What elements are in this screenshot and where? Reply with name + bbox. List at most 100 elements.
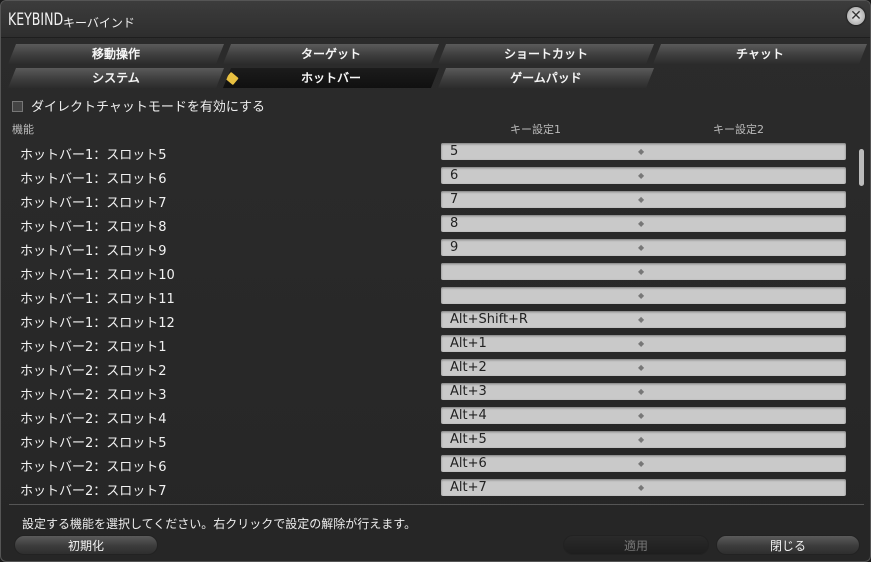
keybind-row[interactable]: ホットバー1：スロット9 9 ◆ [10, 237, 852, 261]
keybind-row[interactable]: ホットバー2：スロット7 Alt+7 ◆ [10, 477, 852, 498]
key1-value[interactable]: Alt+1 [450, 335, 487, 352]
key-separator-icon: ◆ [638, 291, 645, 300]
direct-chat-checkbox[interactable] [12, 101, 23, 112]
key-separator-icon: ◆ [638, 195, 645, 204]
close-window-button[interactable]: ✕ [847, 7, 865, 25]
keybind-row[interactable]: ホットバー2：スロット3 Alt+3 ◆ [10, 381, 852, 405]
header-key2: キー設定2 [713, 123, 764, 136]
close-button[interactable]: 閉じる [716, 535, 860, 555]
tab-hotbar-label: ホットバー [300, 71, 361, 85]
key-separator-icon: ◆ [638, 219, 645, 228]
key-setting-field[interactable]: 5 ◆ [441, 143, 846, 160]
function-label: ホットバー1：スロット7 [20, 196, 167, 211]
header-function: 機能 [12, 123, 34, 136]
window-title: KEYBIND [8, 10, 64, 30]
direct-chat-label: ダイレクトチャットモードを有効にする [31, 100, 266, 115]
keybind-row[interactable]: ホットバー1：スロット6 6 ◆ [10, 165, 852, 189]
header-key1: キー設定1 [510, 123, 561, 136]
key-setting-field[interactable]: 8 ◆ [441, 215, 846, 232]
list-scrollbar[interactable] [859, 149, 864, 186]
apply-button[interactable]: 適用 [563, 535, 709, 555]
function-label: ホットバー1：スロット6 [20, 172, 167, 187]
function-label: ホットバー2：スロット4 [20, 412, 167, 427]
key-setting-field[interactable]: Alt+1 ◆ [441, 335, 846, 352]
footer-divider [9, 504, 864, 505]
key-separator-icon: ◆ [638, 267, 645, 276]
key-setting-field[interactable]: 9 ◆ [441, 239, 846, 256]
keybind-row[interactable]: ホットバー2：スロット6 Alt+6 ◆ [10, 453, 852, 477]
keybind-list[interactable]: ホットバー1：スロット5 5 ◆ ホットバー1：スロット6 6 ◆ ホットバー1：スロット7… [10, 141, 852, 498]
tab-chat[interactable]: チャット [653, 44, 867, 64]
tab-gamepad[interactable]: ゲームパッド [438, 68, 654, 88]
tab-system[interactable]: システム [8, 68, 224, 88]
keybind-row[interactable]: ホットバー1：スロット7 7 ◆ [10, 189, 852, 213]
key1-value[interactable]: Alt+5 [450, 431, 487, 448]
key1-value[interactable]: Alt+6 [450, 455, 487, 472]
key-setting-field[interactable]: Alt+4 ◆ [441, 407, 846, 424]
key-setting-field[interactable]: Alt+3 ◆ [441, 383, 846, 400]
close-icon: ✕ [850, 8, 862, 24]
key-setting-field[interactable]: Alt+6 ◆ [441, 455, 846, 472]
tab-target[interactable]: ターゲット [223, 44, 439, 64]
key-setting-field[interactable]: 6 ◆ [441, 167, 846, 184]
key-setting-field[interactable]: Alt+7 ◆ [441, 479, 846, 496]
keybind-window: KEYBIND キーバインド ✕ 移動操作 ターゲット ショートカット チャット… [0, 0, 871, 562]
function-label: ホットバー2：スロット6 [20, 460, 167, 475]
key1-value[interactable]: 5 [450, 143, 458, 160]
keybind-row[interactable]: ホットバー2：スロット4 Alt+4 ◆ [10, 405, 852, 429]
key-separator-icon: ◆ [638, 387, 645, 396]
keybind-row[interactable]: ホットバー1：スロット5 5 ◆ [10, 141, 852, 165]
key-separator-icon: ◆ [638, 171, 645, 180]
tab-shortcut[interactable]: ショートカット [438, 44, 654, 64]
function-label: ホットバー1：スロット9 [20, 244, 167, 259]
key1-value[interactable]: Alt+4 [450, 407, 487, 424]
keybind-row[interactable]: ホットバー1：スロット12 Alt+Shift+R ◆ [10, 309, 852, 333]
key1-value[interactable]: 9 [450, 239, 458, 256]
key1-value[interactable]: 6 [450, 167, 458, 184]
key-separator-icon: ◆ [638, 315, 645, 324]
function-label: ホットバー1：スロット12 [20, 316, 175, 331]
window-subtitle: キーバインド [63, 16, 135, 30]
key-separator-icon: ◆ [638, 411, 645, 420]
key-separator-icon: ◆ [638, 459, 645, 468]
key-setting-field[interactable]: ◆ [441, 263, 846, 280]
key-separator-icon: ◆ [638, 483, 645, 492]
function-label: ホットバー2：スロット1 [20, 340, 167, 355]
keybind-row[interactable]: ホットバー2：スロット1 Alt+1 ◆ [10, 333, 852, 357]
function-label: ホットバー1：スロット5 [20, 148, 167, 163]
key1-value[interactable]: 8 [450, 215, 458, 232]
key-separator-icon: ◆ [638, 435, 645, 444]
function-label: ホットバー2：スロット3 [20, 388, 167, 403]
function-label: ホットバー1：スロット10 [20, 268, 175, 283]
key-setting-field[interactable]: Alt+Shift+R ◆ [441, 311, 846, 328]
help-text: 設定する機能を選択してください。右クリックで設定の解除が行えます。 [22, 517, 417, 531]
key-separator-icon: ◆ [638, 243, 645, 252]
tab-movement[interactable]: 移動操作 [8, 44, 224, 64]
keybind-row[interactable]: ホットバー2：スロット2 Alt+2 ◆ [10, 357, 852, 381]
key-separator-icon: ◆ [638, 339, 645, 348]
function-label: ホットバー2：スロット5 [20, 436, 167, 451]
function-label: ホットバー2：スロット2 [20, 364, 167, 379]
function-label: ホットバー2：スロット7 [20, 484, 167, 498]
key-setting-field[interactable]: ◆ [441, 287, 846, 304]
key1-value[interactable]: Alt+Shift+R [450, 311, 528, 328]
title-bar[interactable]: KEYBIND キーバインド ✕ [1, 1, 870, 38]
key-setting-field[interactable]: 7 ◆ [441, 191, 846, 208]
key1-value[interactable]: Alt+3 [450, 383, 487, 400]
keybind-row[interactable]: ホットバー1：スロット8 8 ◆ [10, 213, 852, 237]
key1-value[interactable]: Alt+7 [450, 479, 487, 496]
keybind-row[interactable]: ホットバー1：スロット11 ◆ [10, 285, 852, 309]
tab-hotbar[interactable]: ホットバー [223, 68, 439, 88]
key-separator-icon: ◆ [638, 147, 645, 156]
key-setting-field[interactable]: Alt+5 ◆ [441, 431, 846, 448]
reset-button[interactable]: 初期化 [14, 535, 158, 555]
keybind-row[interactable]: ホットバー1：スロット10 ◆ [10, 261, 852, 285]
key1-value[interactable]: 7 [450, 191, 458, 208]
key1-value[interactable]: Alt+2 [450, 359, 487, 376]
key-setting-field[interactable]: Alt+2 ◆ [441, 359, 846, 376]
key-separator-icon: ◆ [638, 363, 645, 372]
direct-chat-toggle[interactable]: ダイレクトチャットモードを有効にする [12, 96, 265, 115]
function-label: ホットバー1：スロット11 [20, 292, 175, 307]
keybind-row[interactable]: ホットバー2：スロット5 Alt+5 ◆ [10, 429, 852, 453]
function-label: ホットバー1：スロット8 [20, 220, 167, 235]
